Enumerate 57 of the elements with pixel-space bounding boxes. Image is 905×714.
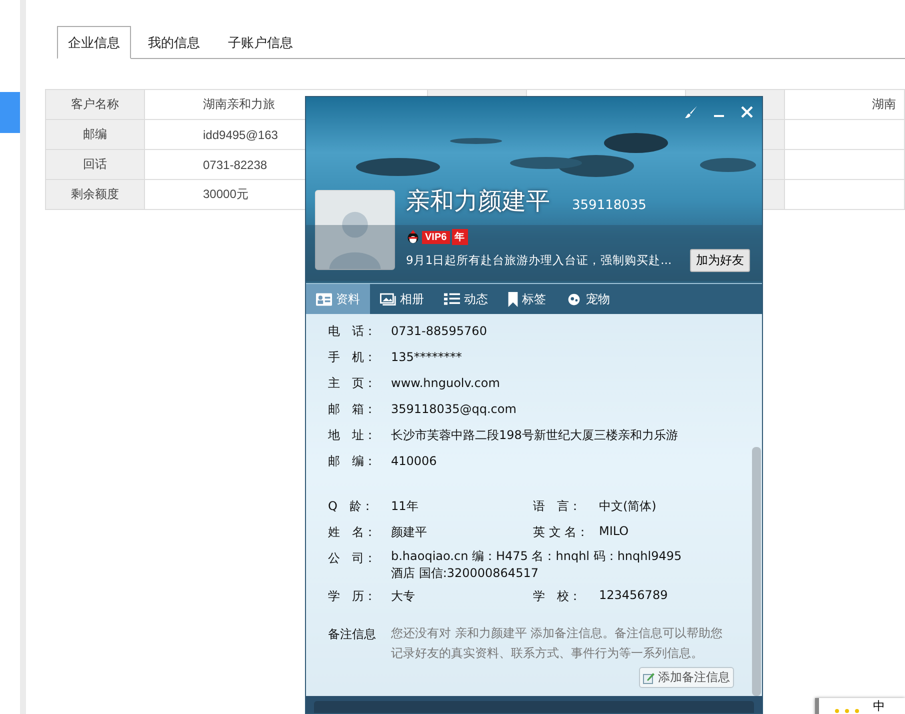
page-tab[interactable]: 企业信息 (57, 26, 131, 59)
field-label: 学 校： (533, 588, 582, 605)
field-value: 123456789 (599, 588, 669, 604)
field-value: 410006 (391, 454, 438, 468)
field-value: www.hnguolv.com (391, 376, 501, 390)
field-label: 邮 箱： (328, 400, 377, 418)
field-label: 邮 编： (328, 452, 377, 470)
profile-tab[interactable]: 标签 (498, 284, 556, 314)
page-tab[interactable]: 子账户信息 (217, 26, 304, 59)
id-card-icon (316, 292, 332, 306)
row-header-cell: 客户名称 (46, 90, 144, 120)
field-label: 手 机： (328, 348, 377, 366)
field-label: 语 言： (533, 498, 582, 515)
remark-label: 备注信息 (328, 626, 377, 643)
bookmark-icon (508, 292, 518, 306)
penguin-icon (406, 230, 420, 244)
pet-icon (566, 292, 582, 306)
row-header-cell: 回话 (46, 150, 144, 180)
field-value: b.haoqiao.cn 编：H475 名：hnqhl 码：hnqhl9495 酒店 国信:320000864517 (391, 548, 683, 582)
field-value: 大专 (391, 588, 416, 605)
field-label: 公 司： (328, 550, 377, 567)
list-icon (444, 292, 460, 306)
field-label: 学 历： (328, 588, 377, 605)
field-value: 0731-88595760 (391, 324, 488, 338)
profile-tab[interactable]: 相册 (370, 284, 434, 314)
brush-icon[interactable] (684, 105, 698, 119)
popup-text: 中 (873, 698, 885, 714)
add-friend-button[interactable]: 加为好友 (690, 249, 750, 272)
remark-hint: 您还没有对 亲和力颜建平 添加备注信息。备注信息可以帮助您记录好友的真实资料、联系方式、事件行为等一系列信息。 (391, 625, 724, 662)
field-value: 颜建平 (391, 524, 428, 541)
field-label: 电 话： (328, 322, 377, 340)
picture-icon (380, 292, 396, 306)
field-label: 地 址： (328, 426, 377, 444)
field-value: 135******** (391, 350, 463, 364)
page-tab[interactable]: 我的信息 (137, 26, 211, 59)
field-label: 主 页： (328, 374, 377, 392)
profile-tab[interactable]: 宠物 (556, 284, 620, 314)
field-value: 11年 (391, 498, 420, 515)
table-cell: 湖南 (784, 90, 904, 120)
status-message: 9月1日起所有赴台旅游办理入台证，强制购买赴... (406, 253, 672, 268)
field-label: 英 文 名： (533, 524, 590, 541)
field-value: MILO (599, 524, 630, 540)
field-value: 中文(简体) (599, 498, 658, 515)
row-header-cell: 邮编 (46, 120, 144, 150)
add-remark-button[interactable]: 添加备注信息 (639, 667, 734, 688)
profile-tab[interactable]: 动态 (434, 284, 498, 314)
year-badge: 年 (452, 229, 468, 245)
vip-badge: VIP6 (422, 230, 450, 244)
field-value: 359118035@qq.com (391, 402, 518, 416)
field-label: Q 龄： (328, 498, 374, 515)
scrollbar[interactable] (752, 447, 761, 696)
field-label: 姓 名： (328, 524, 377, 541)
row-header-cell: 剩余额度 (46, 180, 144, 210)
qq-number: 359118035 (572, 198, 646, 213)
note-icon (643, 672, 655, 684)
close-icon[interactable] (740, 105, 754, 119)
field-value: 长沙市芙蓉中路二段198号新世纪大厦三楼亲和力乐游 (391, 426, 679, 444)
